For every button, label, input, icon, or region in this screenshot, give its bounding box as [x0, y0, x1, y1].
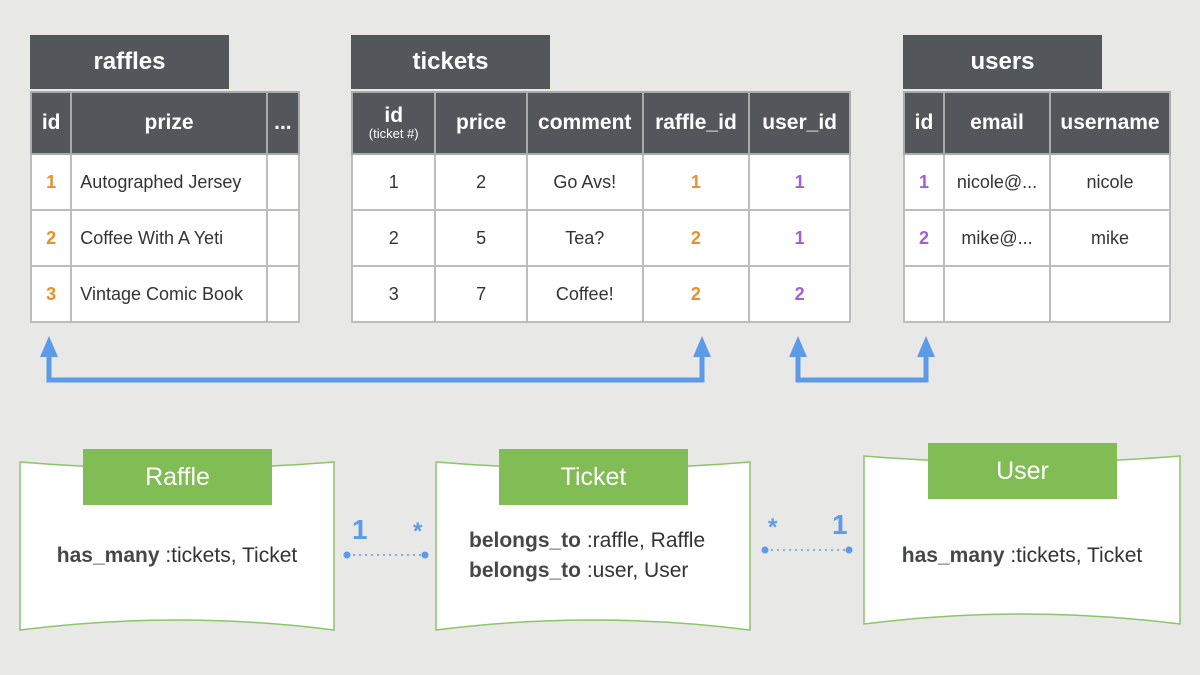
- association-args: :tickets, Ticket: [1004, 544, 1143, 567]
- user-model-label: User: [928, 443, 1117, 499]
- association-keyword: has_many: [56, 544, 160, 567]
- association-args: :tickets, Ticket: [159, 544, 298, 567]
- arrowhead-tickets-raffle-id: [693, 336, 711, 357]
- association-keyword: has_many: [901, 544, 1005, 567]
- user-model-body: has_many :tickets, Ticket: [864, 541, 1180, 571]
- fk-arrow-raffle: [46, 355, 705, 383]
- arrowhead-raffles-id: [40, 336, 58, 357]
- raffle-model-label: Raffle: [83, 449, 272, 505]
- multiplicity-ticket-many-user: *: [768, 514, 778, 541]
- association-line: belongs_to :user, User: [469, 556, 749, 586]
- association-keyword: belongs_to: [469, 559, 582, 582]
- ticket-model-body: belongs_to :raffle, Raffle belongs_to :u…: [469, 526, 749, 586]
- raffle-ticket-connector: [343, 551, 429, 559]
- arrowhead-tickets-user-id: [789, 336, 807, 357]
- ticket-model-label: Ticket: [499, 449, 688, 505]
- association-args: :raffle, Raffle: [581, 529, 706, 552]
- arrowhead-users-id: [917, 336, 935, 357]
- association-keyword: belongs_to: [469, 529, 582, 552]
- ticket-user-connector: [761, 546, 853, 554]
- raffle-model-body: has_many :tickets, Ticket: [20, 541, 334, 571]
- association-line: has_many :tickets, Ticket: [864, 541, 1180, 571]
- association-line: belongs_to :raffle, Raffle: [469, 526, 749, 556]
- association-args: :user, User: [581, 559, 689, 582]
- fk-arrow-user: [795, 355, 929, 383]
- multiplicity-ticket-many: *: [413, 518, 423, 545]
- multiplicity-raffle-one: 1: [352, 514, 368, 545]
- association-line: has_many :tickets, Ticket: [20, 541, 334, 571]
- multiplicity-user-one: 1: [832, 509, 848, 540]
